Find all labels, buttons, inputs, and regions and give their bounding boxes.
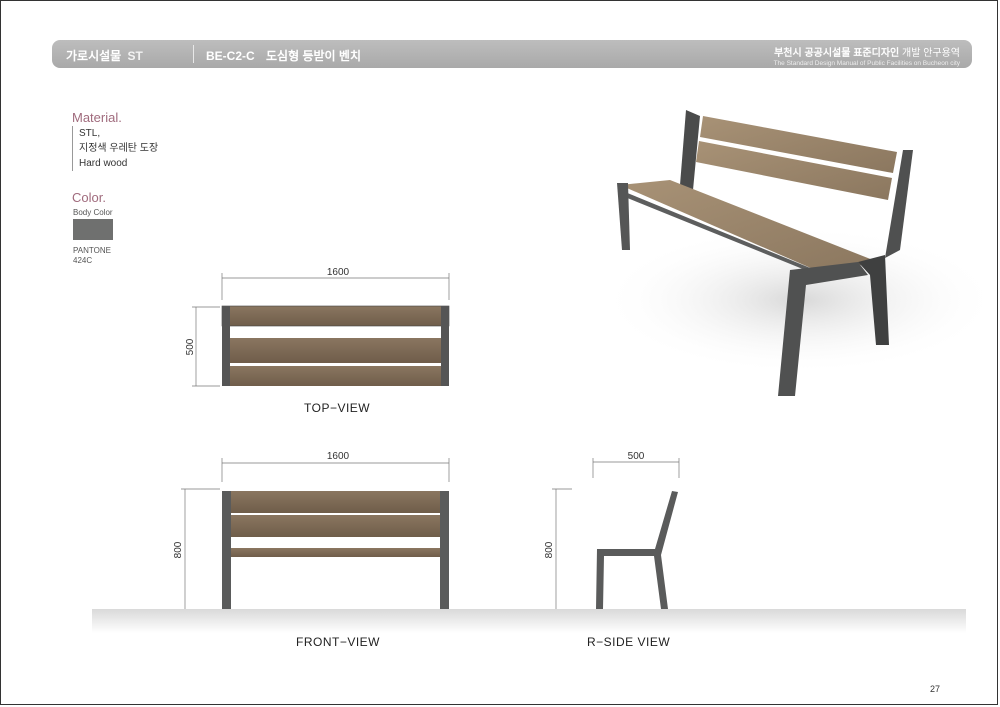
front-back-slat-1 [230,491,441,513]
side-view-label: R−SIDE VIEW [587,635,671,649]
front-height-dim: 800 [173,541,184,558]
top-frame-right [441,306,449,386]
front-seat-edge [230,548,441,557]
front-leg-right [440,491,449,609]
bench-render [600,110,1000,396]
ground-plane [92,609,966,633]
top-frame-left [222,306,230,386]
top-width-dim: 1600 [327,267,350,278]
side-frame [596,491,678,609]
top-seat-slat-2 [230,366,441,386]
front-back-slat-2 [230,515,441,537]
top-seat-slat-1 [230,338,441,363]
front-width-dim: 1600 [327,451,350,462]
top-view-label: TOP−VIEW [304,401,371,415]
technical-drawings: 1600 500 1600 800 500 800 [92,110,1000,633]
front-view-label: FRONT−VIEW [296,635,381,649]
page-number: 27 [930,684,941,694]
render-leg-left [617,183,630,250]
top-back-slat [221,305,450,327]
top-depth-dim: 500 [185,338,196,355]
front-view-drawing: 1600 800 [173,451,450,609]
side-height-dim: 800 [544,541,555,558]
top-view-drawing: 1600 500 [185,267,450,387]
side-view-drawing: 500 800 [544,451,680,609]
render-back-frame-left [680,110,700,190]
front-leg-left [222,491,231,609]
side-depth-dim: 500 [628,451,645,462]
